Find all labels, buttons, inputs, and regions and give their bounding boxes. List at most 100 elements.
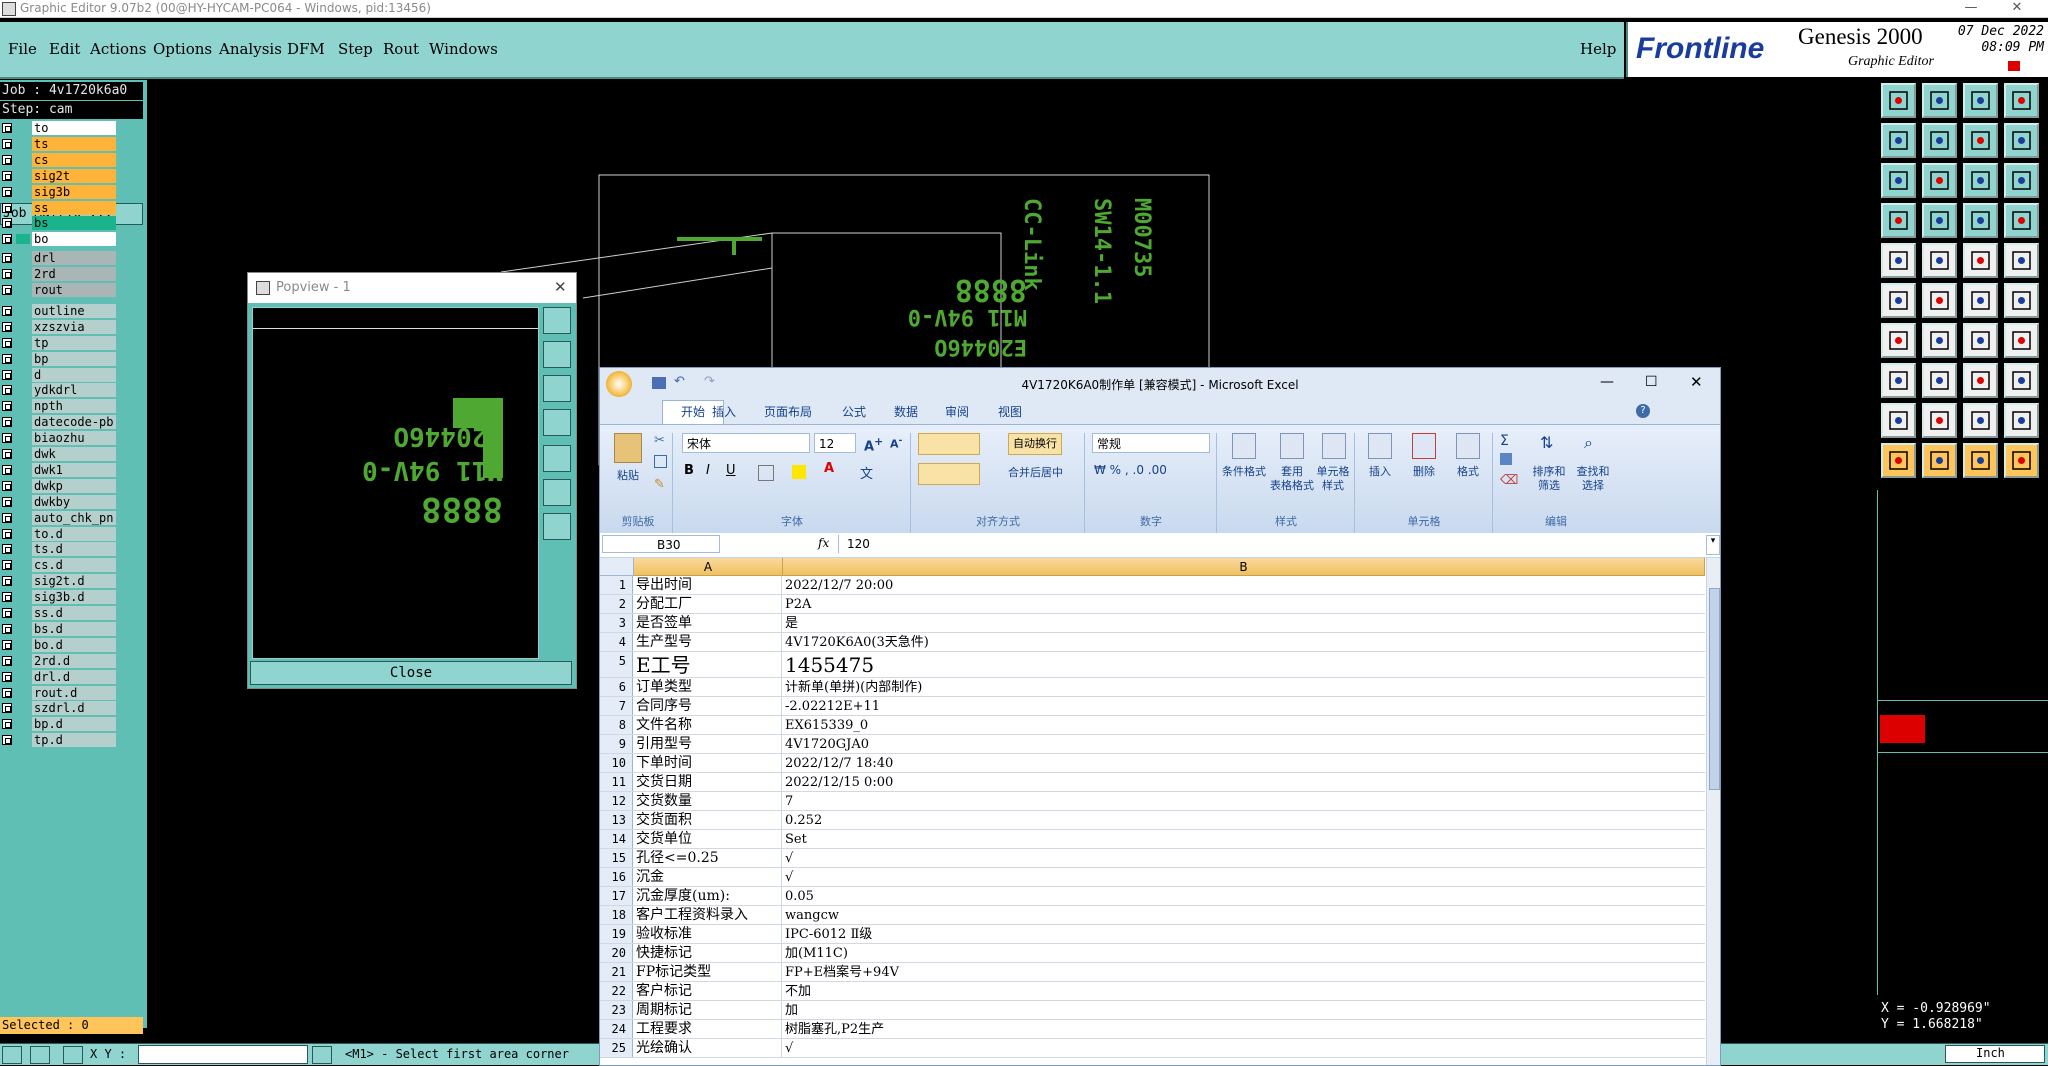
- layer-checkbox[interactable]: [2, 528, 12, 539]
- cell-a[interactable]: 交货面积: [634, 811, 782, 829]
- layer-affected-indicator[interactable]: [16, 234, 30, 245]
- layer-name[interactable]: rout.d: [32, 685, 116, 700]
- layer-row[interactable]: szdrl.d: [2, 701, 116, 716]
- layer-name[interactable]: ss: [32, 200, 116, 215]
- scale-icon[interactable]: [1963, 163, 1998, 198]
- layer-row[interactable]: bp.d: [2, 717, 116, 732]
- table-row[interactable]: 14 交货单位 Set: [600, 830, 1705, 849]
- layer-checkbox[interactable]: [2, 576, 12, 587]
- layer-row[interactable]: sig2t: [2, 168, 116, 184]
- layers-icon[interactable]: [1881, 203, 1916, 238]
- row-number[interactable]: 2: [600, 595, 633, 613]
- layer-row[interactable]: dwk1: [2, 462, 116, 478]
- layer-affected-indicator[interactable]: [16, 123, 30, 133]
- layer-name[interactable]: d: [32, 367, 116, 382]
- layer-row[interactable]: bp: [2, 351, 116, 367]
- excel-maximize-icon[interactable]: ☐: [1645, 374, 1658, 390]
- popview-close-icon[interactable]: ✕: [554, 278, 567, 296]
- layer-affected-indicator[interactable]: [16, 171, 30, 181]
- table-row[interactable]: 22 客户标记 不加: [600, 982, 1705, 1001]
- layer-name[interactable]: sig3b: [32, 184, 116, 199]
- row-number[interactable]: 25: [600, 1039, 633, 1057]
- cell-a[interactable]: 沉金: [634, 868, 782, 886]
- cell-b[interactable]: 加(M11C): [783, 944, 1705, 962]
- layer-checkbox[interactable]: [2, 433, 12, 444]
- layer-checkbox[interactable]: [2, 234, 12, 245]
- layer-affected-indicator[interactable]: [16, 529, 30, 539]
- cell-b[interactable]: 2022/12/7 20:00: [783, 576, 1705, 594]
- layer-name[interactable]: ss.d: [32, 606, 116, 620]
- layer-name[interactable]: drl: [32, 251, 116, 266]
- conditional-format-icon[interactable]: [1232, 433, 1256, 459]
- popview-tool-6[interactable]: [543, 479, 571, 506]
- layer-checkbox[interactable]: [2, 687, 12, 698]
- tab-formulas[interactable]: 公式: [842, 403, 866, 420]
- tab-review[interactable]: 审阅: [945, 403, 969, 420]
- cell-b[interactable]: 加: [783, 1001, 1705, 1019]
- layer-name[interactable]: rout: [32, 283, 116, 297]
- cell-b[interactable]: 不加: [783, 982, 1705, 1000]
- popview-close-button[interactable]: Close: [250, 661, 572, 685]
- menu-windows[interactable]: Windows: [429, 40, 498, 58]
- select-2-icon[interactable]: [1922, 443, 1957, 478]
- layer-affected-indicator[interactable]: [16, 465, 30, 475]
- expand-formula-icon[interactable]: ▾: [1706, 535, 1720, 555]
- layer-row[interactable]: sig2t.d: [2, 574, 116, 589]
- save-icon[interactable]: [1922, 83, 1957, 118]
- layer-checkbox[interactable]: [2, 353, 12, 364]
- tab-data[interactable]: 数据: [894, 403, 918, 420]
- layer-name[interactable]: tp: [32, 335, 116, 350]
- popview-tool-3[interactable]: [543, 375, 571, 402]
- layer-row[interactable]: bs: [2, 216, 116, 231]
- row-number[interactable]: 23: [600, 1001, 633, 1019]
- row-number[interactable]: 20: [600, 944, 633, 962]
- layer-affected-indicator[interactable]: [16, 417, 30, 427]
- menu-file[interactable]: File: [8, 40, 37, 58]
- layer-checkbox[interactable]: [2, 512, 12, 523]
- layer-checkbox[interactable]: [2, 608, 12, 618]
- cell-a[interactable]: 交货数量: [634, 792, 782, 810]
- table-row[interactable]: 11 交货日期 2022/12/15 0:00: [600, 773, 1705, 792]
- table-row[interactable]: 9 引用型号 4V1720GJA0: [600, 735, 1705, 754]
- sort-filter-label-2[interactable]: 筛选: [1528, 477, 1570, 493]
- layer-checkbox[interactable]: [2, 369, 12, 380]
- copy-icon[interactable]: [2004, 83, 2039, 118]
- underline-icon[interactable]: U: [726, 463, 736, 478]
- conditional-format-button[interactable]: 条件格式: [1220, 463, 1268, 479]
- table-row[interactable]: 7 合同序号 -2.02212E+11: [600, 697, 1705, 716]
- cell-b[interactable]: 是: [783, 614, 1705, 632]
- table-row[interactable]: 2 分配工厂 P2A: [600, 595, 1705, 614]
- row-number[interactable]: 14: [600, 830, 633, 848]
- popview-tool-7[interactable]: [543, 513, 571, 540]
- table-row[interactable]: 13 交货面积 0.252: [600, 811, 1705, 830]
- cell-a[interactable]: 下单时间: [634, 754, 782, 772]
- layer-row[interactable]: tp.d: [2, 733, 116, 748]
- layer-row[interactable]: rout: [2, 283, 116, 298]
- layer-affected-indicator[interactable]: [16, 338, 30, 348]
- layer-checkbox[interactable]: [2, 560, 12, 571]
- grid-icon[interactable]: [2004, 363, 2039, 398]
- move-right-icon[interactable]: [1922, 123, 1957, 158]
- select-all-corner[interactable]: [600, 558, 634, 576]
- table-row[interactable]: 20 快捷标记 加(M11C): [600, 944, 1705, 963]
- layer-name[interactable]: xzszvia: [32, 319, 116, 334]
- table-row[interactable]: 4 生产型号 4V1720K6A0(3天急件): [600, 633, 1705, 652]
- layer-row[interactable]: dwkp: [2, 478, 116, 494]
- draw-line-2-icon[interactable]: [1922, 323, 1957, 358]
- cell-a[interactable]: 快捷标记: [634, 944, 782, 962]
- layer-checkbox[interactable]: [2, 671, 12, 682]
- delete-cells-button[interactable]: 删除: [1404, 463, 1444, 479]
- layer-name[interactable]: sig2t: [32, 168, 116, 183]
- cell-a[interactable]: 光绘确认: [634, 1039, 782, 1057]
- layer-name[interactable]: bo: [32, 232, 116, 247]
- row-number[interactable]: 1: [600, 576, 633, 594]
- layer-name[interactable]: npth: [32, 399, 116, 414]
- dot-black-icon[interactable]: [2004, 243, 2039, 278]
- cell-b[interactable]: √: [783, 868, 1705, 886]
- layer-checkbox[interactable]: [2, 154, 12, 165]
- fx-icon[interactable]: fx: [818, 536, 829, 550]
- scrollbar-thumb[interactable]: [1709, 588, 1720, 790]
- cell-b[interactable]: 树脂塞孔,P2生产: [783, 1020, 1705, 1038]
- layer-name[interactable]: ts: [32, 136, 116, 151]
- layer-checkbox[interactable]: [2, 269, 12, 280]
